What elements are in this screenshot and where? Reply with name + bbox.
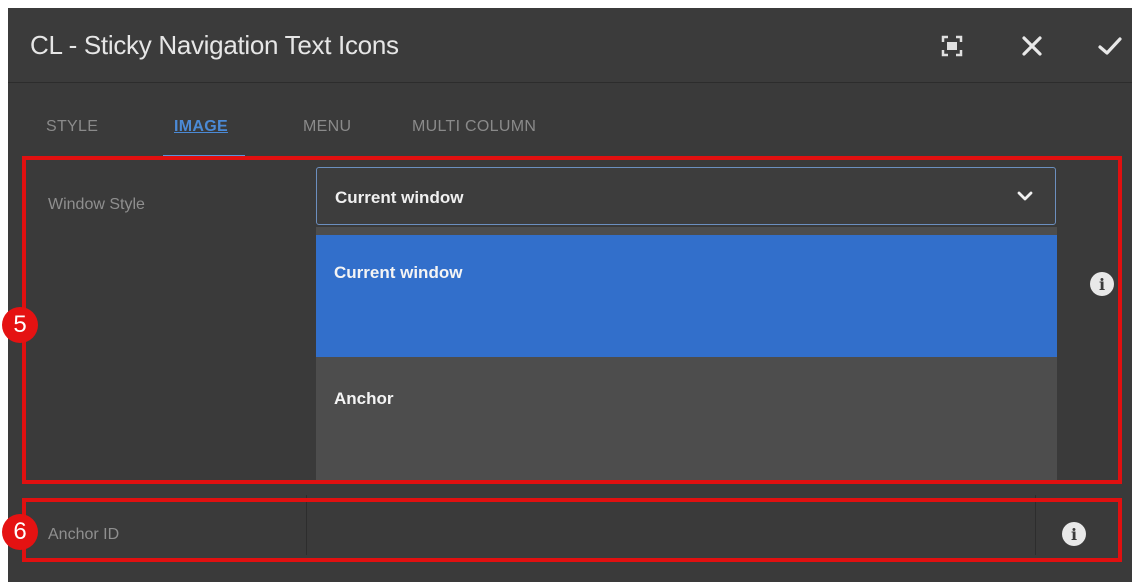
annotation-box-5: [22, 156, 1122, 484]
annotation-badge-6: 6: [2, 514, 38, 550]
annotation-badge-5: 5: [2, 307, 38, 343]
annotation-box-6: [22, 498, 1122, 562]
close-icon[interactable]: [1018, 32, 1046, 60]
tab-image[interactable]: IMAGE: [174, 118, 228, 136]
tab-multi-column[interactable]: MULTI COLUMN: [412, 118, 536, 136]
tab-menu[interactable]: MENU: [303, 118, 351, 136]
tab-bar: STYLE IMAGE MENU MULTI COLUMN: [8, 83, 1132, 163]
fullscreen-icon[interactable]: [938, 32, 966, 60]
check-icon[interactable]: [1096, 32, 1124, 60]
dialog-titlebar: CL - Sticky Navigation Text Icons: [8, 8, 1132, 83]
tab-style[interactable]: STYLE: [46, 118, 98, 136]
dialog-title: CL - Sticky Navigation Text Icons: [30, 30, 399, 60]
